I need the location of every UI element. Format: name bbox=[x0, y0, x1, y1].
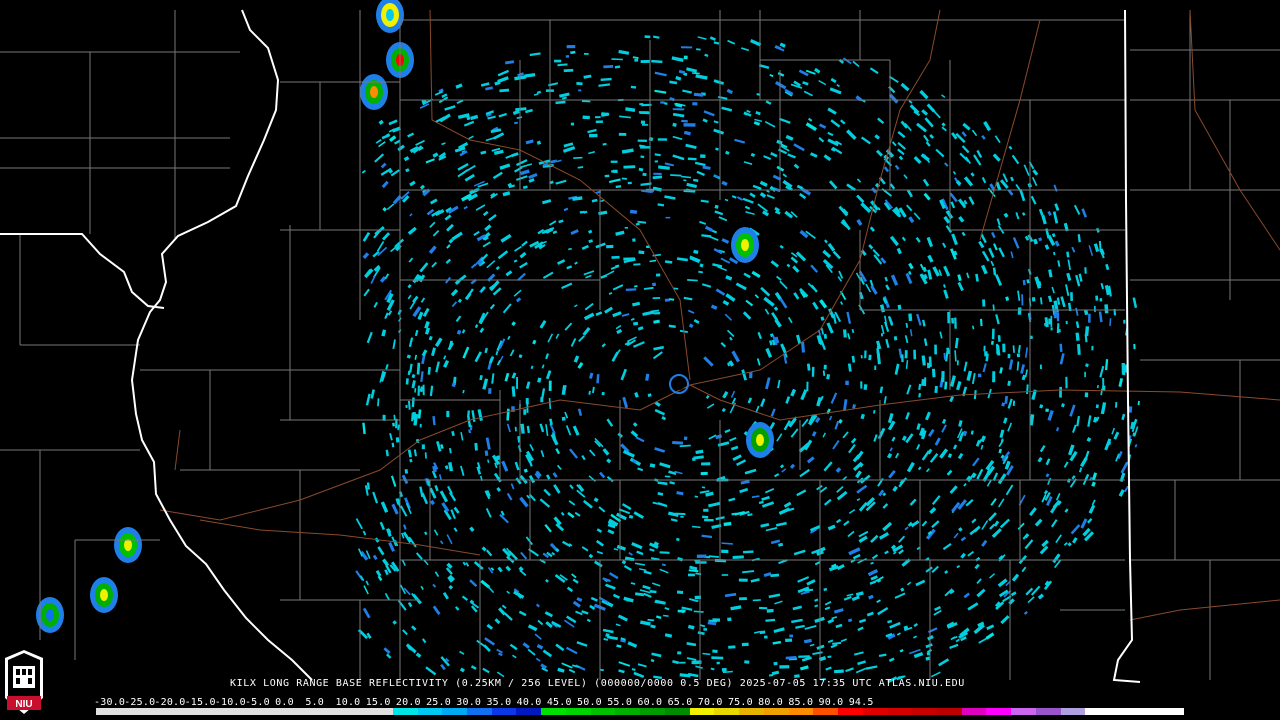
colorscale-label: -10.0 bbox=[214, 697, 246, 708]
map-background bbox=[0, 0, 1280, 720]
colorscale-label: 94.5 bbox=[848, 697, 874, 708]
colorscale-label: 40.0 bbox=[516, 697, 542, 708]
colorscale-label: -30.0 bbox=[94, 697, 126, 708]
colorscale-label: 5.0 bbox=[305, 697, 324, 708]
colorscale-label: 20.0 bbox=[395, 697, 421, 708]
colorscale-label: 60.0 bbox=[637, 697, 663, 708]
colorscale-label: 75.0 bbox=[727, 697, 753, 708]
colorscale-label: 80.0 bbox=[758, 697, 784, 708]
colorscale-bar bbox=[96, 708, 1185, 715]
colorscale-label: 0.0 bbox=[275, 697, 294, 708]
colorscale-label: -15.0 bbox=[184, 697, 216, 708]
colorscale-label: 55.0 bbox=[607, 697, 633, 708]
colorscale-label: 25.0 bbox=[426, 697, 451, 708]
product-caption: KILX LONG RANGE BASE REFLECTIVITY (0.25K… bbox=[230, 678, 965, 689]
colorscale-label: 50.0 bbox=[577, 697, 602, 708]
radar-map bbox=[0, 0, 1280, 720]
colorscale-label: 85.0 bbox=[788, 697, 814, 708]
colorscale-label: -5.0 bbox=[244, 697, 270, 708]
colorscale-label: 70.0 bbox=[697, 697, 723, 708]
colorscale-label: 90.0 bbox=[818, 697, 844, 708]
niu-seal-icon: NIU bbox=[5, 650, 43, 714]
colorscale-label: 45.0 bbox=[546, 697, 572, 708]
colorscale-label: 15.0 bbox=[365, 697, 391, 708]
logo-text: NIU bbox=[15, 699, 32, 710]
colorscale-label: 10.0 bbox=[335, 697, 361, 708]
colorscale-label: 35.0 bbox=[486, 697, 512, 708]
colorscale-label: -25.0 bbox=[124, 697, 156, 708]
colorscale-label: 30.0 bbox=[456, 697, 482, 708]
colorscale-label: -20.0 bbox=[154, 697, 186, 708]
colorscale-label: 65.0 bbox=[667, 697, 693, 708]
colorscale-labels: -30.0-25.0-20.0-15.0-10.0-5.0 0.0 5.0 10.0 1… bbox=[94, 697, 879, 708]
